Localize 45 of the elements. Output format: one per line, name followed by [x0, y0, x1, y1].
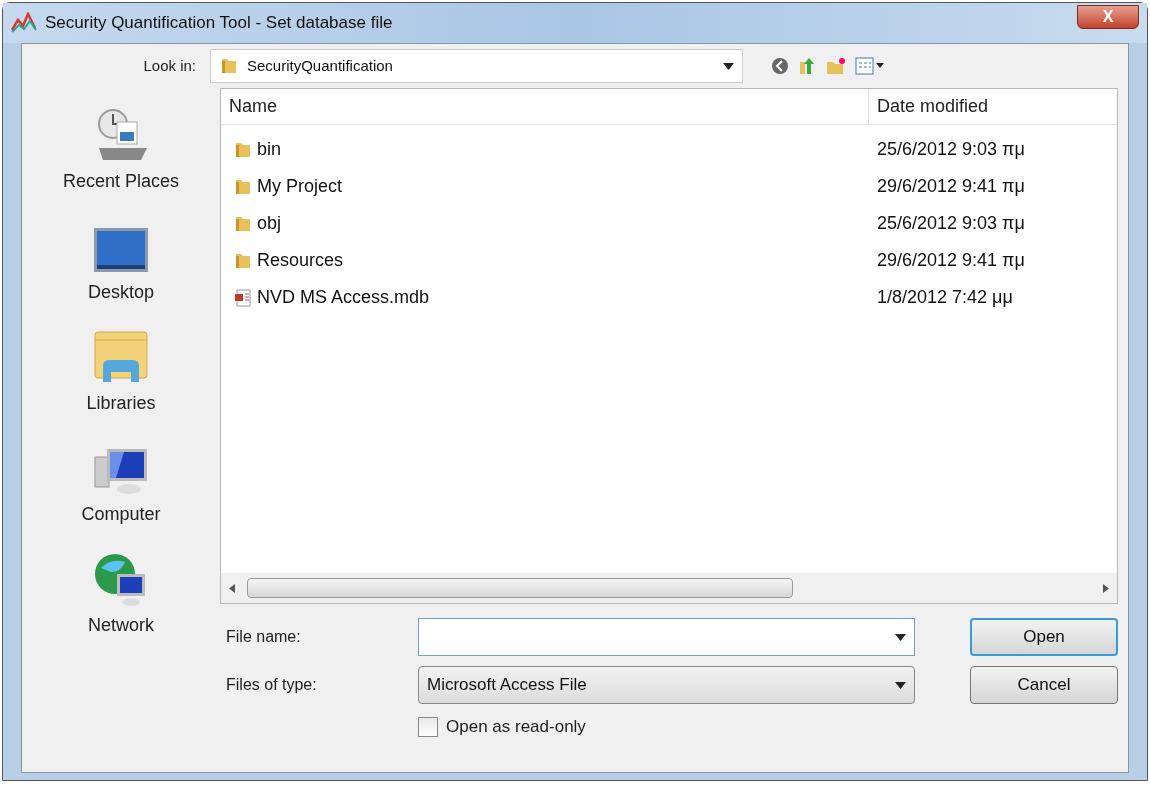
read-only-label: Open as read-only [446, 716, 586, 738]
file-type-dropdown[interactable]: Microsoft Access File [418, 666, 915, 704]
file-name-cell[interactable]: obj [257, 210, 282, 237]
dialog-button[interactable]: Open [970, 618, 1118, 656]
file-type-value: Microsoft Access File [427, 674, 588, 697]
document-icon [233, 287, 253, 308]
place-item[interactable]: Recent Places [62, 168, 180, 195]
folder-icon [219, 56, 239, 76]
dialog-button[interactable]: Cancel [970, 666, 1118, 704]
back-icon[interactable] [771, 57, 789, 75]
horizontal-scrollbar[interactable] [221, 573, 1117, 603]
scrollbar-thumb[interactable] [247, 578, 793, 598]
file-name-field[interactable] [418, 618, 915, 656]
read-only-checkbox[interactable] [418, 716, 438, 737]
chart-logo-icon [11, 12, 37, 34]
date-cell-text: 1/8/2012 7:42 μμ [876, 286, 1013, 309]
window-title: Security Quantification Tool - Set database file [45, 12, 393, 35]
up-folder-icon[interactable] [797, 56, 817, 76]
date-cell-text: 25/6/2012 9:03 πμ [876, 212, 1025, 235]
date-cell-text: 29/6/2012 9:41 πμ [876, 249, 1025, 272]
file-name-cell[interactable]: My Project [257, 173, 343, 200]
place-item[interactable]: Desktop [87, 279, 154, 306]
caret-icon [895, 633, 906, 641]
date-cell-text: 29/6/2012 9:41 πμ [876, 175, 1025, 198]
place-item[interactable]: Libraries [86, 390, 156, 417]
date-cell-text: 25/6/2012 9:03 πμ [876, 138, 1025, 161]
file-name-label: File name: [225, 627, 302, 647]
look-in-dropdown[interactable]: SecurityQuantification [210, 49, 743, 83]
desktop-icon [91, 225, 151, 275]
caret-icon [895, 681, 906, 689]
file-name-cell[interactable]: Resources [257, 247, 344, 274]
view-menu-icon[interactable] [855, 57, 885, 75]
column-header[interactable]: Date modified [869, 89, 1117, 124]
column-header[interactable]: Name [221, 89, 869, 124]
file-name-cell[interactable]: NVD MS Access.mdb [257, 284, 430, 311]
look-in-label: Look in: [142, 55, 197, 76]
caret-icon [723, 62, 734, 70]
scroll-left-icon[interactable] [229, 583, 235, 593]
look-in-value: SecurityQuantification [247, 55, 394, 76]
scroll-right-icon[interactable] [1103, 583, 1109, 593]
place-item[interactable]: Computer [81, 501, 161, 528]
file-type-label: Files of type: [225, 675, 318, 695]
new-folder-icon[interactable] [825, 56, 847, 76]
file-name-cell[interactable]: bin [257, 136, 282, 163]
place-item[interactable]: Network [88, 612, 154, 639]
